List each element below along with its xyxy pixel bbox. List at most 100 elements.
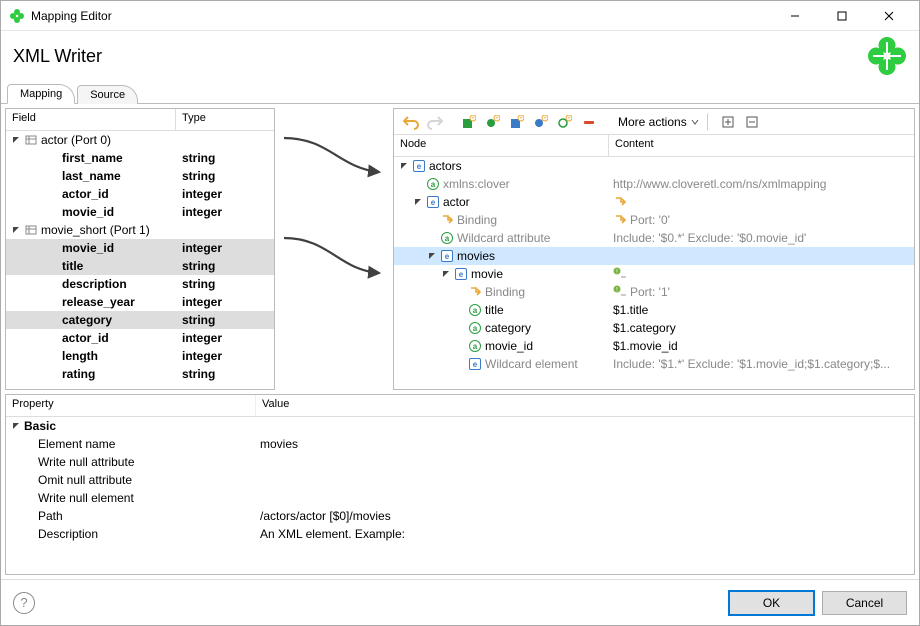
field-row[interactable]: movie_idinteger — [6, 203, 274, 221]
add-element2-button[interactable]: + — [506, 111, 528, 133]
cancel-button[interactable]: Cancel — [822, 591, 907, 615]
port-header[interactable]: actor (Port 0) — [6, 131, 274, 149]
field-row[interactable]: descriptionstring — [6, 275, 274, 293]
col-property[interactable]: Property — [6, 395, 256, 416]
attribute-icon: a — [468, 303, 482, 317]
node-row[interactable]: emovie! — [394, 265, 914, 283]
svg-text:+: + — [471, 116, 475, 122]
property-row[interactable]: Write null attribute — [6, 453, 914, 471]
node-content: Port: '1' — [630, 285, 670, 299]
window-title: Mapping Editor — [31, 9, 772, 23]
maximize-button[interactable] — [819, 2, 864, 30]
col-value[interactable]: Value — [256, 395, 295, 416]
twisty-icon[interactable] — [10, 134, 22, 146]
field-row[interactable]: lengthinteger — [6, 347, 274, 365]
attribute-icon: a — [468, 321, 482, 335]
node-row[interactable]: amovie_id$1.movie_id — [394, 337, 914, 355]
node-label: Binding — [485, 285, 525, 299]
add-attribute2-button[interactable]: + — [530, 111, 552, 133]
col-content[interactable]: Content — [609, 135, 660, 156]
twisty-icon[interactable] — [440, 268, 452, 280]
help-button[interactable]: ? — [13, 592, 35, 614]
fields-pane: Field Type actor (Port 0)first_namestrin… — [5, 108, 275, 390]
node-label: xmlns:clover — [443, 177, 510, 191]
app-icon — [9, 8, 25, 24]
node-row[interactable]: aWildcard attributeInclude: '$0.*' Exclu… — [394, 229, 914, 247]
property-row[interactable]: Omit null attribute — [6, 471, 914, 489]
field-name: category — [62, 313, 112, 327]
property-row[interactable]: Path/actors/actor [$0]/movies — [6, 507, 914, 525]
add-element-button[interactable]: + — [458, 111, 480, 133]
node-content: $1.movie_id — [613, 339, 678, 353]
twisty-icon[interactable] — [412, 196, 424, 208]
node-row[interactable]: eactors — [394, 157, 914, 175]
twisty-icon[interactable] — [10, 420, 22, 432]
field-row[interactable]: last_namestring — [6, 167, 274, 185]
close-button[interactable] — [866, 2, 911, 30]
node-label: actor — [443, 195, 470, 209]
field-name: movie_id — [62, 241, 114, 255]
undo-button[interactable] — [400, 111, 422, 133]
fields-tree[interactable]: actor (Port 0)first_namestringlast_names… — [6, 131, 274, 389]
port-header[interactable]: movie_short (Port 1) — [6, 221, 274, 239]
node-row[interactable]: emovies — [394, 247, 914, 265]
expand-all-button[interactable] — [717, 111, 739, 133]
ok-button[interactable]: OK — [729, 591, 814, 615]
properties-list[interactable]: BasicElement namemoviesWrite null attrib… — [6, 417, 914, 574]
add-attribute-button[interactable]: + — [482, 111, 504, 133]
field-type: string — [176, 259, 215, 273]
field-row[interactable]: actor_idinteger — [6, 185, 274, 203]
remove-button[interactable] — [578, 111, 600, 133]
field-row[interactable]: titlestring — [6, 257, 274, 275]
svg-text:+: + — [495, 116, 499, 122]
node-row[interactable]: atitle$1.title — [394, 301, 914, 319]
tab-mapping[interactable]: Mapping — [7, 84, 75, 104]
nodes-tree[interactable]: eactorsaxmlns:cloverhttp://www.cloveretl… — [394, 157, 914, 389]
redo-button[interactable] — [424, 111, 446, 133]
property-row[interactable]: DescriptionAn XML element. Example: — [6, 525, 914, 543]
node-label: actors — [429, 159, 462, 173]
node-row[interactable]: eactor — [394, 193, 914, 211]
collapse-all-button[interactable] — [741, 111, 763, 133]
properties-pane: Property Value BasicElement namemoviesWr… — [5, 394, 915, 575]
node-row[interactable]: axmlns:cloverhttp://www.cloveretl.com/ns… — [394, 175, 914, 193]
node-row[interactable]: Binding!Port: '1' — [394, 283, 914, 301]
twisty-icon[interactable] — [398, 160, 410, 172]
property-value: movies — [256, 437, 298, 451]
col-node[interactable]: Node — [394, 135, 609, 156]
attribute-icon: a — [440, 231, 454, 245]
tab-source[interactable]: Source — [77, 85, 138, 104]
port-label: movie_short (Port 1) — [41, 223, 150, 237]
node-content: Include: '$1.*' Exclude: '$1.movie_id;$1… — [613, 357, 890, 371]
property-row[interactable]: Write null element — [6, 489, 914, 507]
field-row[interactable]: release_yearinteger — [6, 293, 274, 311]
field-type: integer — [176, 187, 222, 201]
field-row[interactable]: movie_idinteger — [6, 239, 274, 257]
node-row[interactable]: BindingPort: '0' — [394, 211, 914, 229]
field-row[interactable]: actor_idinteger — [6, 329, 274, 347]
field-name: length — [62, 349, 98, 363]
property-row[interactable]: Element namemovies — [6, 435, 914, 453]
field-name: rating — [62, 367, 95, 381]
minimize-button[interactable] — [772, 2, 817, 30]
binding-icon — [613, 195, 627, 209]
attribute-icon: a — [468, 339, 482, 353]
props-section[interactable]: Basic — [6, 417, 914, 435]
field-row[interactable]: ratingstring — [6, 365, 274, 383]
field-name: actor_id — [62, 331, 109, 345]
more-actions-dropdown[interactable]: More actions — [612, 115, 705, 129]
node-row[interactable]: eWildcard elementInclude: '$1.*' Exclude… — [394, 355, 914, 373]
node-label: movie — [471, 267, 503, 281]
field-row[interactable]: categorystring — [6, 311, 274, 329]
col-type[interactable]: Type — [176, 109, 212, 130]
field-row[interactable]: first_namestring — [6, 149, 274, 167]
property-name: Omit null attribute — [38, 473, 132, 487]
twisty-icon[interactable] — [10, 224, 22, 236]
node-content: $1.category — [613, 321, 676, 335]
svg-text:+: + — [543, 116, 547, 122]
field-type: string — [176, 277, 215, 291]
col-field[interactable]: Field — [6, 109, 176, 130]
add-namespace-button[interactable]: + — [554, 111, 576, 133]
node-row[interactable]: acategory$1.category — [394, 319, 914, 337]
twisty-icon[interactable] — [426, 250, 438, 262]
